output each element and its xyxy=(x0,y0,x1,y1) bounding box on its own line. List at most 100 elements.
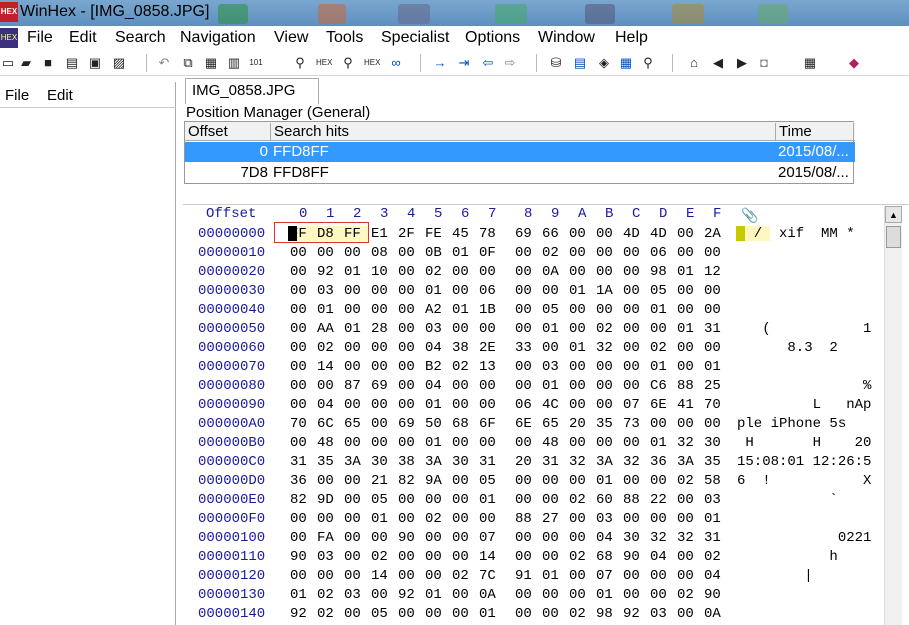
goto-offset-icon[interactable]: → xyxy=(432,54,448,71)
disk-editor-icon[interactable]: ⛁ xyxy=(548,54,564,71)
find-text-icon[interactable]: ⚲ xyxy=(292,54,308,71)
hex-byte: 65 xyxy=(344,416,361,432)
copy-icon[interactable]: ⧉ xyxy=(180,54,196,71)
tab-img-0858[interactable]: IMG_0858.JPG xyxy=(185,78,319,104)
hex-column-header: 0 xyxy=(299,206,308,222)
column-offset[interactable]: Offset xyxy=(185,123,271,141)
directory-browser-pane: File Edit xyxy=(0,82,176,625)
hex-byte: 03 xyxy=(317,283,334,299)
hex-byte: 00 xyxy=(290,568,307,584)
menu-view[interactable]: View xyxy=(274,29,308,47)
hex-byte: 05 xyxy=(650,283,667,299)
hex-byte: 01 xyxy=(569,340,586,356)
properties-icon[interactable]: ▣ xyxy=(87,54,103,71)
open-folder-icon[interactable]: ▰ xyxy=(18,54,34,71)
snapshot-icon[interactable]: ⌂ xyxy=(686,54,702,71)
find-hex2-icon[interactable]: HEX xyxy=(364,54,380,71)
table-icon[interactable]: ▦ xyxy=(802,54,818,71)
next-icon[interactable]: ▶ xyxy=(734,54,750,71)
back-arrow-icon[interactable]: ⇦ xyxy=(480,54,496,71)
ram-editor-icon[interactable]: ▤ xyxy=(572,54,588,71)
find-hex-icon[interactable]: ⚲ xyxy=(340,54,356,71)
hex-byte: 00 xyxy=(290,264,307,280)
magnify-icon[interactable]: ⚲ xyxy=(640,54,656,71)
menu-edit[interactable]: Edit xyxy=(69,29,97,47)
scroll-thumb[interactable] xyxy=(886,226,901,248)
open-disk-icon[interactable]: ▨ xyxy=(111,54,127,71)
table-row[interactable]: 7D8 FFD8FF 2015/08/... xyxy=(185,163,855,183)
drive-icon[interactable]: ◈ xyxy=(596,54,612,71)
hex-byte: 00 xyxy=(596,245,613,261)
hex-byte: 00 xyxy=(650,568,667,584)
hex-byte: 00 xyxy=(290,245,307,261)
hex-byte: 00 xyxy=(425,568,442,584)
hex-byte: 01 xyxy=(425,435,442,451)
hex-byte: 98 xyxy=(650,264,667,280)
hex-byte: 00 xyxy=(704,283,721,299)
hex-byte: 00 xyxy=(677,302,694,318)
vertical-scrollbar[interactable]: ▲ xyxy=(884,206,902,625)
hex-byte: FF xyxy=(344,226,361,242)
clipboard-icon[interactable]: ▥ xyxy=(226,54,242,71)
hex-byte: 03 xyxy=(650,606,667,622)
menu-navigation[interactable]: Navigation xyxy=(180,29,256,47)
ascii-text: h xyxy=(737,549,838,565)
calculator-icon[interactable]: ▦ xyxy=(618,54,634,71)
left-menu-edit[interactable]: Edit xyxy=(47,87,73,104)
column-time[interactable]: Time xyxy=(776,123,854,141)
book-icon[interactable]: ◆ xyxy=(846,54,862,71)
scroll-up-arrow-icon[interactable]: ▲ xyxy=(885,206,902,223)
forward-arrow-icon[interactable]: ⇨ xyxy=(502,54,518,71)
paperclip-icon[interactable]: 📎 xyxy=(741,207,761,225)
hex-byte: 00 xyxy=(344,606,361,622)
menu-search[interactable]: Search xyxy=(115,29,166,47)
hex-byte: 00 xyxy=(623,340,640,356)
hex-byte: 48 xyxy=(317,435,334,451)
hex-byte: 82 xyxy=(398,473,415,489)
hex-byte: 1B xyxy=(479,302,496,318)
hex-byte: 03 xyxy=(596,511,613,527)
hex-byte: 04 xyxy=(425,340,442,356)
print-icon[interactable]: ▤ xyxy=(64,54,80,71)
camera-icon[interactable]: ◘ xyxy=(756,54,772,71)
menu-window[interactable]: Window xyxy=(538,29,595,47)
hex-byte: 30 xyxy=(452,454,469,470)
hex-byte: 06 xyxy=(650,245,667,261)
hex-byte: 00 xyxy=(344,568,361,584)
new-file-icon[interactable]: ▭ xyxy=(0,54,16,71)
hex-byte: 02 xyxy=(569,606,586,622)
hex-byte: 68 xyxy=(596,549,613,565)
hex-byte: 00 xyxy=(344,245,361,261)
paste-icon[interactable]: ▦ xyxy=(203,54,219,71)
hex-byte: 02 xyxy=(650,340,667,356)
hex-byte: 01 xyxy=(479,606,496,622)
hex-icon[interactable]: 101 xyxy=(248,54,264,71)
hex-byte: 00 xyxy=(596,359,613,375)
replace-icon[interactable]: HEX xyxy=(316,54,332,71)
menu-specialist[interactable]: Specialist xyxy=(381,29,449,47)
binoculars-icon[interactable]: ∞ xyxy=(388,54,404,71)
goto-sector-icon[interactable]: ⇥ xyxy=(456,54,472,71)
hex-byte: 00 xyxy=(317,568,334,584)
hex-byte: 00 xyxy=(569,587,586,603)
hex-byte: 01 xyxy=(704,359,721,375)
prev-icon[interactable]: ◀ xyxy=(710,54,726,71)
hex-byte: 01 xyxy=(569,283,586,299)
menu-help[interactable]: Help xyxy=(615,29,648,47)
menu-tools[interactable]: Tools xyxy=(326,29,363,47)
menu-options[interactable]: Options xyxy=(465,29,520,47)
hex-row-offset: 00000060 xyxy=(198,340,266,356)
hex-byte: 70 xyxy=(704,397,721,413)
table-row[interactable]: 0 FFD8FF 2015/08/... xyxy=(185,142,855,162)
column-search-hits[interactable]: Search hits xyxy=(271,123,776,141)
save-icon[interactable]: ■ xyxy=(40,54,56,71)
left-menu-file[interactable]: File xyxy=(5,87,29,104)
hex-column-header: 3 xyxy=(380,206,389,222)
hex-byte: 00 xyxy=(344,302,361,318)
hex-byte: 01 xyxy=(650,435,667,451)
hex-byte: 35 xyxy=(317,454,334,470)
undo-icon[interactable]: ↶ xyxy=(156,54,172,71)
hex-byte: 00 xyxy=(452,530,469,546)
hex-byte: 06 xyxy=(515,397,532,413)
menu-file[interactable]: File xyxy=(27,29,53,47)
